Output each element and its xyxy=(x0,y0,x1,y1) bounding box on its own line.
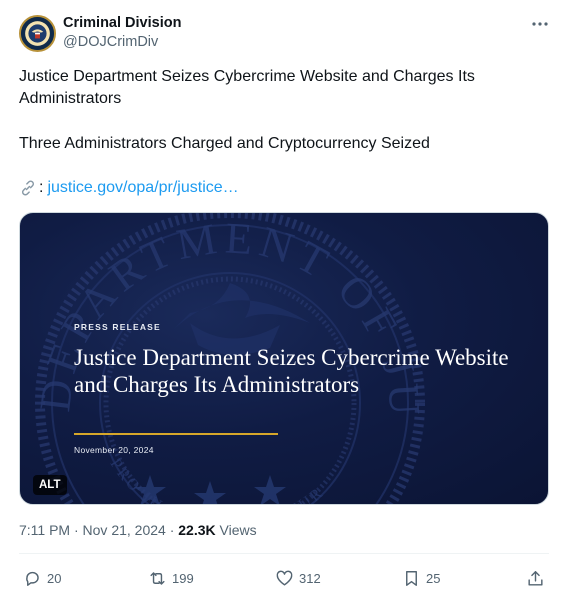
press-release-title: Justice Department Seizes Cybercrime Web… xyxy=(74,345,509,397)
views-count: 22.3K xyxy=(178,522,216,538)
views-label: Views xyxy=(215,522,257,538)
divider xyxy=(19,553,549,554)
more-icon[interactable] xyxy=(528,16,552,32)
media-card[interactable]: DEPARTMENT OF JUSTICE PRO JUSTITIA SEQUI… xyxy=(19,212,549,505)
bookmark-icon xyxy=(406,570,417,586)
alt-badge[interactable]: ALT xyxy=(33,475,67,495)
press-release-label: PRESS RELEASE xyxy=(74,322,161,332)
link-row: : justice.gov/opa/pr/justice… xyxy=(19,177,239,199)
bookmark-count: 25 xyxy=(426,570,441,586)
link-chain-icon xyxy=(21,180,35,196)
reply-count: 20 xyxy=(47,570,62,586)
like-button[interactable]: 312 xyxy=(275,568,321,588)
reply-button[interactable]: 20 xyxy=(23,568,61,588)
tweet: Criminal Division @DOJCrimDiv Justice De… xyxy=(0,0,564,600)
retweet-icon xyxy=(150,571,165,585)
bookmark-button[interactable]: 25 xyxy=(402,568,440,588)
article-link[interactable]: justice.gov/opa/pr/justice… xyxy=(47,177,238,199)
doj-seal-avatar xyxy=(21,17,54,50)
like-count: 312 xyxy=(299,570,321,586)
tweet-subheadline: Three Administrators Charged and Cryptoc… xyxy=(19,135,430,152)
author-name[interactable]: Criminal Division xyxy=(63,15,181,31)
avatar[interactable] xyxy=(19,15,56,52)
retweet-count: 199 xyxy=(172,570,194,586)
timestamp[interactable]: 7:11 PM · Nov 21, 2024 · xyxy=(19,522,178,538)
link-prefix: : xyxy=(39,179,44,196)
like-icon xyxy=(276,570,293,586)
share-icon xyxy=(528,570,543,586)
press-release-date: November 20, 2024 xyxy=(74,445,154,455)
author-handle[interactable]: @DOJCrimDiv xyxy=(63,34,158,50)
reply-icon xyxy=(26,571,39,586)
tweet-meta: 7:11 PM · Nov 21, 2024 · 22.3K Views xyxy=(19,522,257,538)
tweet-headline: Justice Department Seizes Cybercrime Web… xyxy=(19,68,475,107)
accent-rule xyxy=(74,433,278,435)
retweet-button[interactable]: 199 xyxy=(148,568,194,588)
share-button[interactable] xyxy=(526,568,550,588)
